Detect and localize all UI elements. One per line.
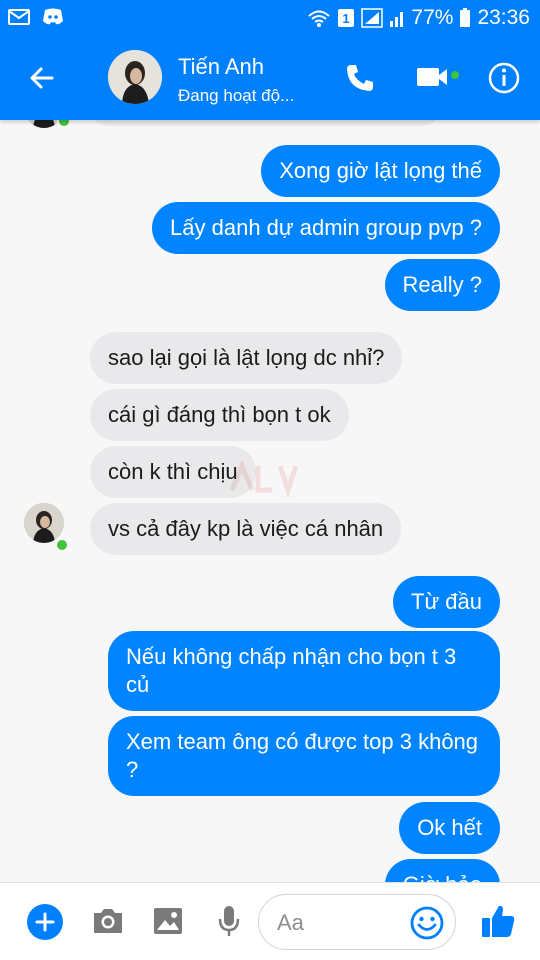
voice-call-button[interactable] xyxy=(342,60,378,96)
message-input-container[interactable] xyxy=(258,894,456,950)
contact-avatar[interactable] xyxy=(108,50,162,104)
image-icon xyxy=(154,908,182,934)
contact-status: Đang hoạt độ... xyxy=(178,86,295,105)
like-button[interactable] xyxy=(478,901,518,941)
emoji-button[interactable] xyxy=(409,905,445,941)
message-bubble-outgoing[interactable]: Lấy danh dự admin group pvp ? xyxy=(152,202,500,254)
microphone-icon xyxy=(218,906,240,936)
message-bubble-incoming[interactable]: cái gì đáng thì bọn t ok xyxy=(90,389,349,441)
message-composer xyxy=(0,882,540,960)
back-button[interactable] xyxy=(26,62,58,94)
gallery-button[interactable] xyxy=(150,903,186,939)
arrow-left-icon xyxy=(30,67,54,89)
message-bubble-outgoing[interactable]: Really ? xyxy=(384,259,500,311)
voice-message-button[interactable] xyxy=(211,903,247,939)
plus-icon xyxy=(35,912,55,932)
online-status-dot xyxy=(55,538,69,552)
thumbs-up-icon xyxy=(482,905,515,937)
info-icon xyxy=(488,62,520,94)
message-bubble-outgoing[interactable]: Từ đầu xyxy=(393,576,500,628)
signal-icon xyxy=(361,8,384,28)
message-bubble-outgoing[interactable]: Giờ bảo xyxy=(384,859,500,882)
wifi-icon xyxy=(307,8,331,28)
message-bubble-incoming-partial[interactable] xyxy=(90,120,440,126)
contact-avatar-small[interactable] xyxy=(24,503,64,543)
online-status-dot xyxy=(57,120,71,128)
svg-text:1: 1 xyxy=(343,11,350,26)
message-list[interactable]: Xong giờ lật lọng thế Lấy danh dự admin … xyxy=(0,120,540,882)
email-icon xyxy=(8,9,30,25)
message-bubble-incoming[interactable]: vs cả đây kp là việc cá nhân xyxy=(90,503,402,555)
status-bar: 1 77% 23:36 xyxy=(0,0,540,36)
discord-icon xyxy=(42,8,64,26)
video-camera-icon xyxy=(417,68,461,86)
camera-icon xyxy=(94,909,122,933)
message-bubble-incoming[interactable]: còn k thì chịu xyxy=(90,446,256,498)
message-bubble-outgoing[interactable]: Xong giờ lật lọng thế xyxy=(261,145,500,197)
more-actions-button[interactable] xyxy=(27,904,63,940)
sim1-icon: 1 xyxy=(337,8,355,28)
message-input[interactable] xyxy=(277,909,407,937)
emoji-icon xyxy=(410,906,444,940)
video-call-button[interactable] xyxy=(414,60,464,96)
message-bubble-incoming[interactable]: sao lại gọi là lật lọng dc nhỉ? xyxy=(90,332,403,384)
message-bubble-outgoing[interactable]: Ok hết xyxy=(399,802,500,854)
contact-name[interactable]: Tiến Anh xyxy=(178,54,264,80)
battery-icon xyxy=(459,8,471,28)
clock: 23:36 xyxy=(477,6,530,29)
info-button[interactable] xyxy=(486,60,522,96)
signal-icon xyxy=(389,8,405,28)
battery-percent: 77% xyxy=(411,6,454,29)
phone-icon xyxy=(347,65,373,91)
chat-header: Tiến Anh Đang hoạt độ... xyxy=(0,36,540,120)
message-bubble-outgoing[interactable]: Nếu không chấp nhận cho bọn t 3 củ xyxy=(108,631,500,711)
message-bubble-outgoing[interactable]: Xem team ông có được top 3 không ? xyxy=(108,716,500,796)
camera-button[interactable] xyxy=(90,903,126,939)
